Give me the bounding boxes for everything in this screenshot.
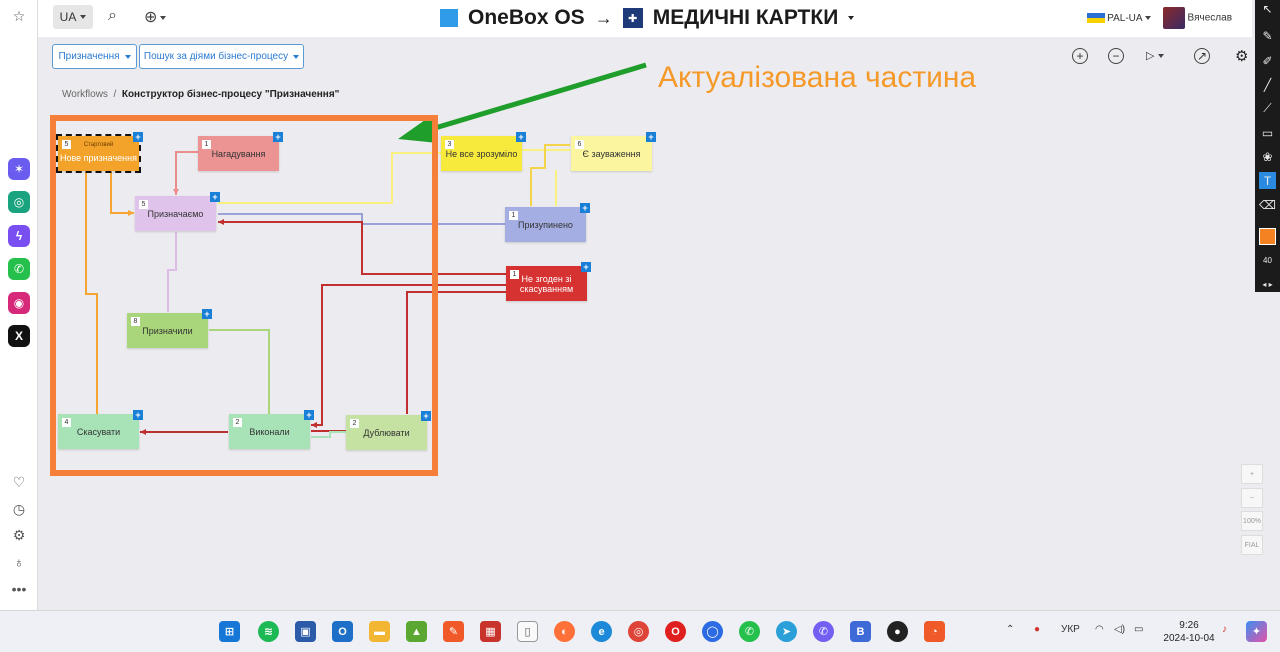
zoom-in-button[interactable]: + bbox=[1241, 464, 1263, 484]
drawing-toolbar: ↖ ✎ ✐ ╱ ⟋ ▭ ❀ T ⌫ 40 ◂ ▸ bbox=[1255, 0, 1280, 292]
node-assigning[interactable]: 5 Призначаємо + bbox=[135, 192, 220, 231]
node-reminder[interactable]: 1 Нагадування + bbox=[198, 132, 283, 171]
line-icon[interactable]: ╱ bbox=[1259, 76, 1276, 93]
battery-icon[interactable]: ▭ bbox=[1134, 624, 1143, 635]
node-duplicate[interactable]: 2 Дублювати + bbox=[346, 411, 431, 450]
node-count: 1 bbox=[202, 140, 211, 149]
zoom-reset-button[interactable]: 100% bbox=[1241, 511, 1263, 531]
store-icon[interactable]: ▣ bbox=[295, 621, 316, 642]
node-label: Виконали bbox=[249, 426, 290, 437]
brush-icon[interactable]: ⟋ bbox=[1259, 100, 1276, 117]
node-new-assignment[interactable]: 5 Стартовий Нове призначення + bbox=[56, 132, 143, 173]
rectangle-icon[interactable]: ▭ bbox=[1259, 124, 1276, 141]
zoom-fit-button[interactable]: FIAL bbox=[1241, 535, 1263, 555]
spotify-icon[interactable]: ≋ bbox=[258, 621, 279, 642]
node-label: Призупинено bbox=[518, 219, 573, 230]
node-count: 2 bbox=[233, 418, 242, 427]
node-count: 1 bbox=[510, 270, 519, 279]
node-label: Призначаємо bbox=[147, 208, 204, 219]
bluetooth-app-icon[interactable]: B bbox=[850, 621, 871, 642]
annotation-arrow bbox=[424, 62, 647, 134]
telegram-icon[interactable]: ➤ bbox=[776, 621, 797, 642]
media-app-icon[interactable]: ▦ bbox=[480, 621, 501, 642]
notification-bell-icon[interactable]: ♪ bbox=[1222, 624, 1227, 635]
add-node-icon[interactable]: + bbox=[210, 192, 220, 202]
node-count: 8 bbox=[131, 317, 140, 326]
microphone-icon[interactable]: ● bbox=[1034, 624, 1040, 635]
zoom-in-label: + bbox=[1249, 470, 1255, 478]
edge-icon[interactable]: e bbox=[591, 621, 612, 642]
record-icon[interactable]: ● bbox=[887, 621, 908, 642]
pen-app-icon[interactable]: ✎ bbox=[443, 621, 464, 642]
add-node-icon[interactable]: + bbox=[133, 410, 143, 420]
windows-start-icon[interactable]: ⊞ bbox=[219, 621, 240, 642]
clock-time: 9:26 bbox=[1179, 620, 1199, 631]
opera-icon[interactable]: O bbox=[665, 621, 686, 642]
node-label: Дублювати bbox=[363, 427, 410, 438]
screenshot-app-icon[interactable]: ◔ bbox=[924, 621, 945, 642]
node-label: Нагадування bbox=[211, 148, 266, 159]
signal-icon[interactable]: ◯ bbox=[702, 621, 723, 642]
node-count: 4 bbox=[62, 418, 71, 427]
marker-icon[interactable]: ✐ bbox=[1259, 52, 1276, 69]
zoom-out-label: − bbox=[1249, 494, 1255, 502]
node-paused[interactable]: 1 Призупинено + bbox=[505, 203, 590, 242]
add-node-icon[interactable]: + bbox=[646, 132, 656, 142]
zoom-fit-label: FIAL bbox=[1244, 541, 1260, 549]
node-remarks[interactable]: 6 Є зауваження + bbox=[571, 132, 656, 171]
size-value[interactable]: 40 bbox=[1259, 252, 1276, 269]
add-node-icon[interactable]: + bbox=[421, 411, 431, 421]
windows-taskbar: ⊞ ≋ ▣ O ▬ ▲ ✎ ▦ ▯ ◐ e ◎ O ◯ ✆ ➤ ✆ B ● ◔ … bbox=[0, 610, 1280, 652]
android-icon[interactable]: ▲ bbox=[406, 621, 427, 642]
chevron-up-icon[interactable]: ⌃ bbox=[1006, 624, 1014, 635]
chrome-icon[interactable]: ◎ bbox=[628, 621, 649, 642]
node-label: Не все зрозуміло bbox=[445, 148, 518, 159]
copilot-taskbar-icon[interactable]: ✦ bbox=[1246, 621, 1267, 642]
firefox-icon[interactable]: ◐ bbox=[554, 621, 575, 642]
node-count: 5 bbox=[139, 200, 148, 209]
add-node-icon[interactable]: + bbox=[580, 203, 590, 213]
add-node-icon[interactable]: + bbox=[516, 132, 526, 142]
toolbar-collapse-icon[interactable]: ◂ ▸ bbox=[1259, 276, 1276, 293]
add-node-icon[interactable]: + bbox=[273, 132, 283, 142]
outlook-icon[interactable]: O bbox=[332, 621, 353, 642]
text-tool-icon[interactable]: T bbox=[1259, 172, 1276, 189]
node-done[interactable]: 2 Виконали + bbox=[229, 410, 314, 449]
node-count: 6 bbox=[575, 140, 584, 149]
zoom-out-button[interactable]: − bbox=[1241, 488, 1263, 508]
node-disagree[interactable]: 1 Не згоден зі скасуванням + bbox=[506, 262, 591, 301]
node-label: Нове призначення bbox=[59, 152, 137, 163]
connector-paused-unclear bbox=[530, 144, 570, 206]
add-node-icon[interactable]: + bbox=[581, 262, 591, 272]
shapes-icon[interactable]: ❀ bbox=[1259, 148, 1276, 165]
add-node-icon[interactable]: + bbox=[202, 309, 212, 319]
zoom-percent: 100% bbox=[1243, 517, 1261, 525]
node-label: Є зауваження bbox=[582, 148, 641, 159]
node-count: 2 bbox=[350, 419, 359, 428]
node-label: Скасувати bbox=[76, 426, 121, 437]
node-cancel[interactable]: 4 Скасувати + bbox=[58, 410, 143, 449]
color-swatch-icon[interactable] bbox=[1259, 228, 1276, 245]
clock-date: 2024-10-04 bbox=[1163, 633, 1215, 644]
node-count: 3 bbox=[445, 140, 454, 149]
folder-icon[interactable]: ▬ bbox=[369, 621, 390, 642]
node-label: Призначили bbox=[142, 325, 193, 336]
input-language[interactable]: УКР bbox=[1061, 624, 1080, 635]
start-tag: Стартовий bbox=[83, 142, 114, 148]
eraser-icon[interactable]: ⌫ bbox=[1259, 196, 1276, 213]
pencil-icon[interactable]: ✎ bbox=[1259, 27, 1276, 44]
whatsapp-taskbar-icon[interactable]: ✆ bbox=[739, 621, 760, 642]
wifi-icon[interactable]: ◠ bbox=[1095, 624, 1104, 635]
volume-icon[interactable]: ◁) bbox=[1114, 624, 1125, 635]
notepad-icon[interactable]: ▯ bbox=[517, 621, 538, 642]
cursor-icon[interactable]: ↖ bbox=[1259, 0, 1276, 17]
annotation-text: Актуалізована частина bbox=[658, 61, 977, 94]
node-count: 1 bbox=[509, 211, 518, 220]
viber-icon[interactable]: ✆ bbox=[813, 621, 834, 642]
node-unclear[interactable]: 3 Не все зрозуміло + bbox=[441, 132, 526, 171]
add-node-icon[interactable]: + bbox=[304, 410, 314, 420]
clock[interactable]: 9:26 2024-10-04 bbox=[1160, 619, 1218, 645]
node-assigned[interactable]: 8 Призначили + bbox=[127, 309, 212, 348]
add-node-icon[interactable]: + bbox=[133, 132, 143, 142]
